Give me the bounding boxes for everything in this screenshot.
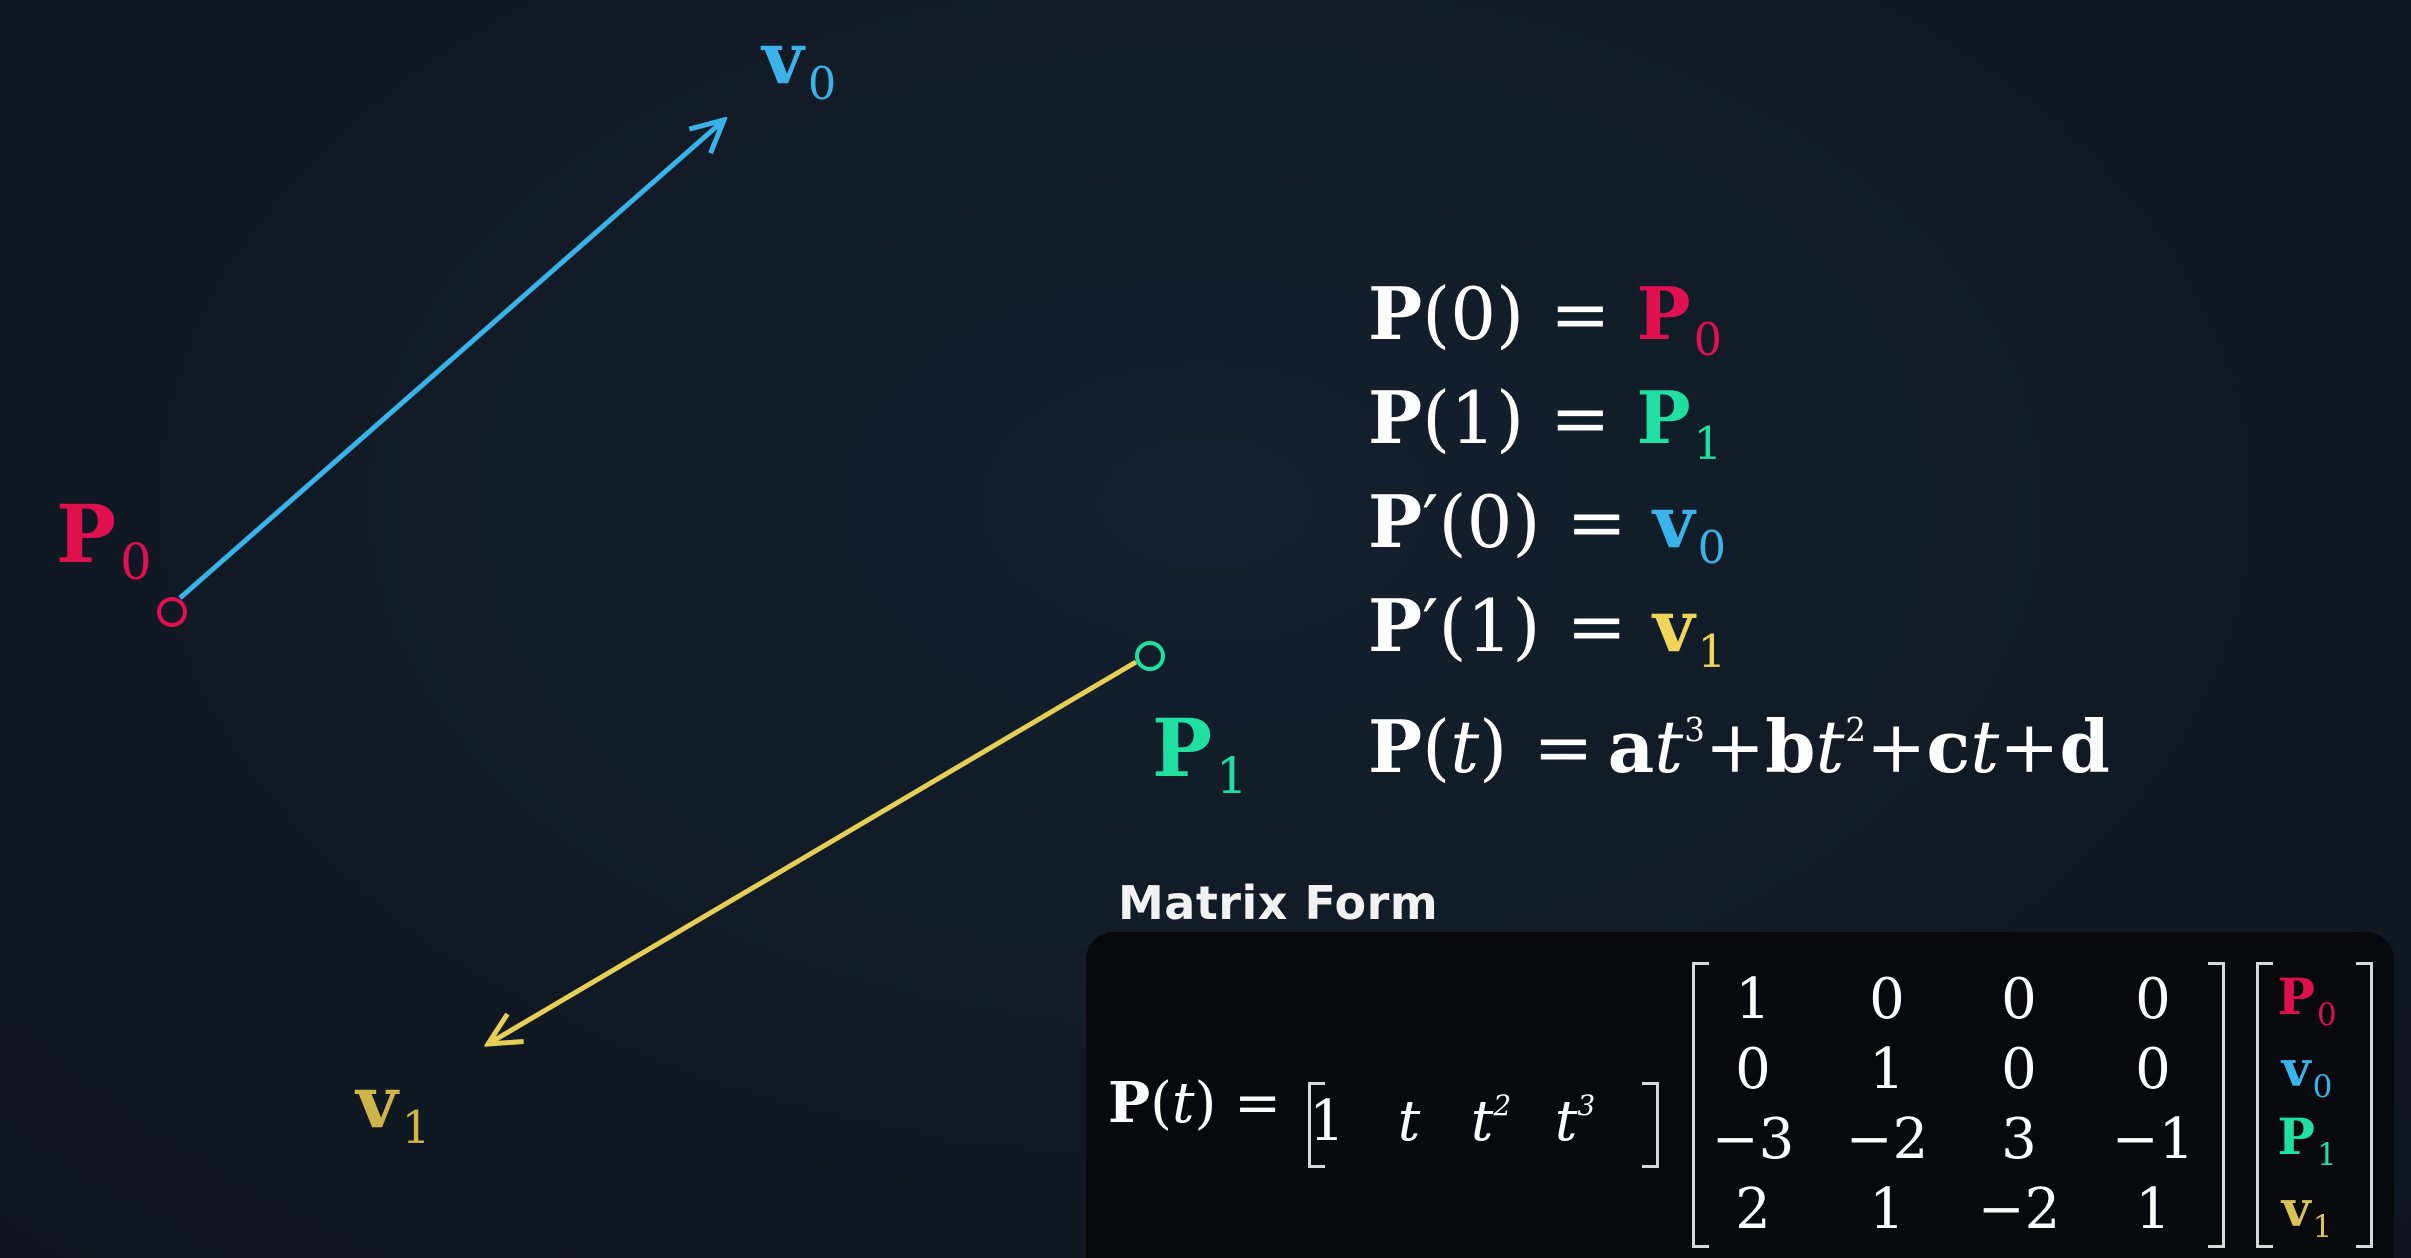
row-vector-entry: t3 bbox=[1554, 1089, 1596, 1155]
matrix-form-panel: P(t) = 1 t t2 t3 1 0 0 0 0 1 0 0 −3 −2 3… bbox=[1086, 932, 2394, 1258]
v1-tangent-arrow bbox=[488, 659, 1138, 1044]
matrix-cell: −2 bbox=[1977, 1177, 2061, 1242]
equation-cubic-polynomial: P(t) = at3+bt2+ct+d bbox=[1368, 703, 2110, 789]
geometry-vector-v1: v1 bbox=[2281, 1179, 2333, 1245]
matrix-cell: 0 bbox=[2001, 967, 2037, 1032]
matrix-cell: 1 bbox=[2135, 1177, 2171, 1242]
label-p1: P1 bbox=[1152, 701, 1248, 806]
geometry-vector-p0: P0 bbox=[2277, 967, 2337, 1033]
constraint-equations: P(0) = P0 P(1) = P1 P′(0) = v0 P′(1) = v1 P(t) = a… bbox=[1368, 262, 2110, 789]
geometry-vector-p1: P1 bbox=[2277, 1107, 2337, 1173]
equation-p-prime-of-1: P′(1) = v1 bbox=[1368, 583, 1727, 678]
matrix-cell: 0 bbox=[1735, 1037, 1771, 1102]
matrix-cell: −1 bbox=[2111, 1107, 2195, 1172]
label-v0: v0 bbox=[762, 15, 837, 110]
matrix-cell: 3 bbox=[2001, 1107, 2037, 1172]
v0-tangent-arrow bbox=[178, 120, 724, 600]
matrix-lhs: P(t) = bbox=[1108, 1070, 1282, 1136]
matrix-cell: 0 bbox=[1869, 967, 1905, 1032]
label-p0: P0 bbox=[56, 487, 152, 592]
p1-point[interactable] bbox=[1135, 641, 1165, 671]
matrix-cell: 1 bbox=[1869, 1177, 1905, 1242]
matrix-cell: 2 bbox=[1735, 1177, 1771, 1242]
matrix-cell: 1 bbox=[1735, 967, 1771, 1032]
matrix-right-bracket bbox=[2208, 962, 2225, 1248]
label-v1: v1 bbox=[356, 1059, 431, 1154]
geometry-vector-v0: v0 bbox=[2281, 1039, 2333, 1105]
row-vector-right-bracket bbox=[1642, 1082, 1659, 1168]
geometry-vector-right-bracket bbox=[2356, 962, 2373, 1248]
matrix-form-title: Matrix Form bbox=[1118, 876, 1439, 930]
matrix-cell: −3 bbox=[1711, 1107, 1795, 1172]
matrix-cell: 0 bbox=[2001, 1037, 2037, 1102]
matrix-cell: 0 bbox=[2135, 1037, 2171, 1102]
equation-p-prime-of-0: P′(0) = v0 bbox=[1368, 479, 1727, 574]
matrix-cell: 0 bbox=[2135, 967, 2171, 1032]
p0-point[interactable] bbox=[157, 597, 187, 627]
matrix-cell: −2 bbox=[1845, 1107, 1929, 1172]
matrix-cell: 1 bbox=[1869, 1037, 1905, 1102]
equation-p-of-0: P(0) = P0 bbox=[1368, 271, 1723, 366]
equation-p-of-1: P(1) = P1 bbox=[1368, 375, 1723, 470]
